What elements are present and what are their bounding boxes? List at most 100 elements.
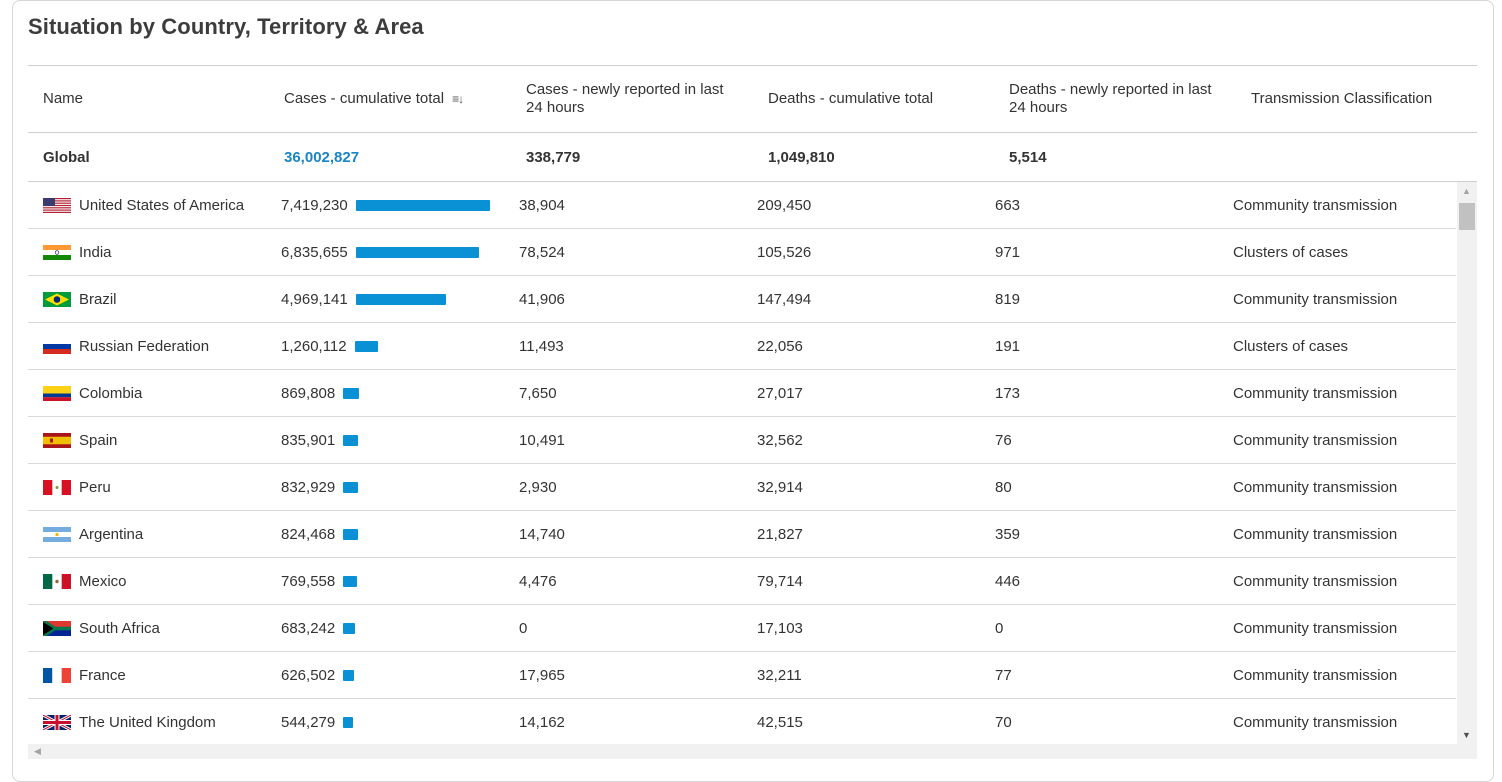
country-cell: India (43, 229, 112, 275)
deaths-new-value: 663 (995, 196, 1021, 214)
page-title: Situation by Country, Territory & Area (28, 14, 424, 39)
deaths-total-value: 79,714 (757, 572, 803, 590)
table-row[interactable]: The United Kingdom 544,279 14,162 42,515 70 C… (28, 699, 1456, 744)
column-header-cases-new-label: Cases - newly reported in last 24 hours (526, 81, 724, 116)
es-flag-icon (43, 432, 71, 448)
table-row[interactable]: France 626,502 17,965 32,211 77 Community tra… (28, 652, 1456, 699)
cases-new-value: 41,906 (519, 290, 565, 308)
scroll-thumb[interactable] (1459, 203, 1475, 230)
table-row[interactable]: Argentina 824,468 14,740 21,827 359 Community… (28, 511, 1456, 558)
cases-total-value: 683,242 (281, 619, 336, 637)
country-cell: Colombia (43, 370, 142, 416)
cases-new-value: 4,476 (519, 572, 557, 590)
scroll-down-icon[interactable]: ▼ (1462, 730, 1471, 740)
deaths-new-value: 971 (995, 243, 1021, 261)
global-cases-total[interactable]: 36,002,827 (284, 133, 359, 181)
deaths-new-value: 191 (995, 337, 1021, 355)
vertical-scrollbar[interactable]: ▲ ▼ (1457, 182, 1477, 744)
country-cell: South Africa (43, 605, 160, 651)
transmission-value: Clusters of cases (1233, 337, 1349, 355)
cases-total-value: 6,835,655 (281, 243, 348, 261)
column-header-name[interactable]: Name (43, 66, 263, 132)
mx-flag-icon (43, 573, 71, 589)
cases-total-cell: 835,901 (281, 417, 359, 463)
global-deaths-total: 1,049,810 (768, 148, 835, 166)
transmission-value: Community transmission (1233, 572, 1398, 590)
global-deaths-new: 5,514 (1009, 148, 1047, 166)
column-header-cases-total[interactable]: Cases - cumulative total ≡↓ (284, 66, 514, 132)
sort-descending-icon[interactable]: ≡↓ (452, 90, 464, 108)
cases-bar (343, 622, 356, 634)
cases-new-value: 17,965 (519, 666, 565, 684)
cases-new-value: 14,162 (519, 713, 565, 731)
column-header-transmission-label: Transmission Classification (1251, 90, 1433, 107)
cases-new-value: 2,930 (519, 478, 557, 496)
table-row[interactable]: Peru 832,929 2,930 32,914 80 Community transm… (28, 464, 1456, 511)
cases-new-value: 11,493 (519, 337, 564, 355)
transmission-value: Community transmission (1233, 431, 1398, 449)
pe-flag-icon (43, 479, 71, 495)
cases-total-cell: 4,969,141 (281, 276, 446, 322)
cases-total-value: 835,901 (281, 431, 336, 449)
transmission-value: Community transmission (1233, 525, 1398, 543)
table-header: Name Cases - cumulative total ≡↓ Cases -… (28, 66, 1477, 133)
cases-bar (343, 669, 355, 681)
table-row[interactable]: Colombia 869,808 7,650 27,017 173 Community t… (28, 370, 1456, 417)
country-name: Argentina (79, 525, 144, 543)
global-name: Global (43, 148, 90, 166)
cases-bar (354, 340, 378, 352)
transmission-value: Community transmission (1233, 619, 1398, 637)
country-cell: Peru (43, 464, 111, 510)
table-row[interactable]: South Africa 683,242 0 17,103 0 Community tra… (28, 605, 1456, 652)
deaths-total-value: 32,562 (757, 431, 803, 449)
in-flag-icon (43, 244, 71, 260)
country-cell: France (43, 652, 126, 698)
cases-total-cell: 544,279 (281, 699, 354, 744)
column-header-deaths-new-label: Deaths - newly reported in last 24 hours (1009, 81, 1212, 116)
table-body[interactable]: United States of America 7,419,230 38,904 2… (28, 182, 1478, 744)
table-row[interactable]: Spain 835,901 10,491 32,562 76 Community tran… (28, 417, 1456, 464)
cases-total-value: 7,419,230 (281, 196, 348, 214)
table-row[interactable]: Russian Federation 1,260,112 11,493 22,056 1… (28, 323, 1456, 370)
column-header-deaths-total[interactable]: Deaths - cumulative total (768, 66, 988, 132)
transmission-value: Community transmission (1233, 290, 1398, 308)
table-row[interactable]: Brazil 4,969,141 41,906 147,494 819 Community… (28, 276, 1456, 323)
scroll-left-icon[interactable]: ◀ (34, 746, 41, 757)
table-row[interactable]: United States of America 7,419,230 38,904 2… (28, 182, 1456, 229)
column-header-transmission[interactable]: Transmission Classification (1251, 66, 1471, 132)
cases-new-value: 7,650 (519, 384, 557, 402)
column-header-cases-new[interactable]: Cases - newly reported in last 24 hours (526, 66, 741, 132)
deaths-new-value: 173 (995, 384, 1021, 402)
table-row[interactable]: India 6,835,655 78,524 105,526 971 Clusters o… (28, 229, 1456, 276)
cases-total-value: 544,279 (281, 713, 336, 731)
cases-new-value: 14,740 (519, 525, 565, 543)
deaths-new-value: 0 (995, 619, 1004, 637)
cases-bar (343, 387, 360, 399)
country-cell: The United Kingdom (43, 699, 216, 744)
cases-total-value: 626,502 (281, 666, 336, 684)
cases-new-value: 10,491 (519, 431, 565, 449)
column-header-deaths-total-label: Deaths - cumulative total (768, 90, 934, 107)
country-name: South Africa (79, 619, 160, 637)
country-cell: United States of America (43, 182, 244, 228)
table-row[interactable]: Mexico 769,558 4,476 79,714 446 Community tra… (28, 558, 1456, 605)
horizontal-scrollbar[interactable]: ◀ (28, 744, 1477, 759)
deaths-new-value: 80 (995, 478, 1012, 496)
br-flag-icon (43, 291, 71, 307)
cases-bar (355, 246, 479, 258)
transmission-value: Community transmission (1233, 478, 1398, 496)
cases-total-cell: 626,502 (281, 652, 355, 698)
transmission-value: Community transmission (1233, 384, 1398, 402)
co-flag-icon (43, 385, 71, 401)
country-cell: Mexico (43, 558, 127, 604)
cases-new-value: 0 (519, 619, 528, 637)
country-name: France (79, 666, 126, 684)
scroll-up-icon[interactable]: ▲ (1462, 186, 1471, 196)
cases-bar (343, 434, 359, 446)
column-header-deaths-new[interactable]: Deaths - newly reported in last 24 hours (1009, 66, 1224, 132)
cases-total-cell: 683,242 (281, 605, 356, 651)
deaths-total-value: 209,450 (757, 196, 812, 214)
column-header-name-label: Name (43, 90, 84, 107)
us-flag-icon (43, 197, 71, 213)
country-name: The United Kingdom (79, 713, 216, 731)
